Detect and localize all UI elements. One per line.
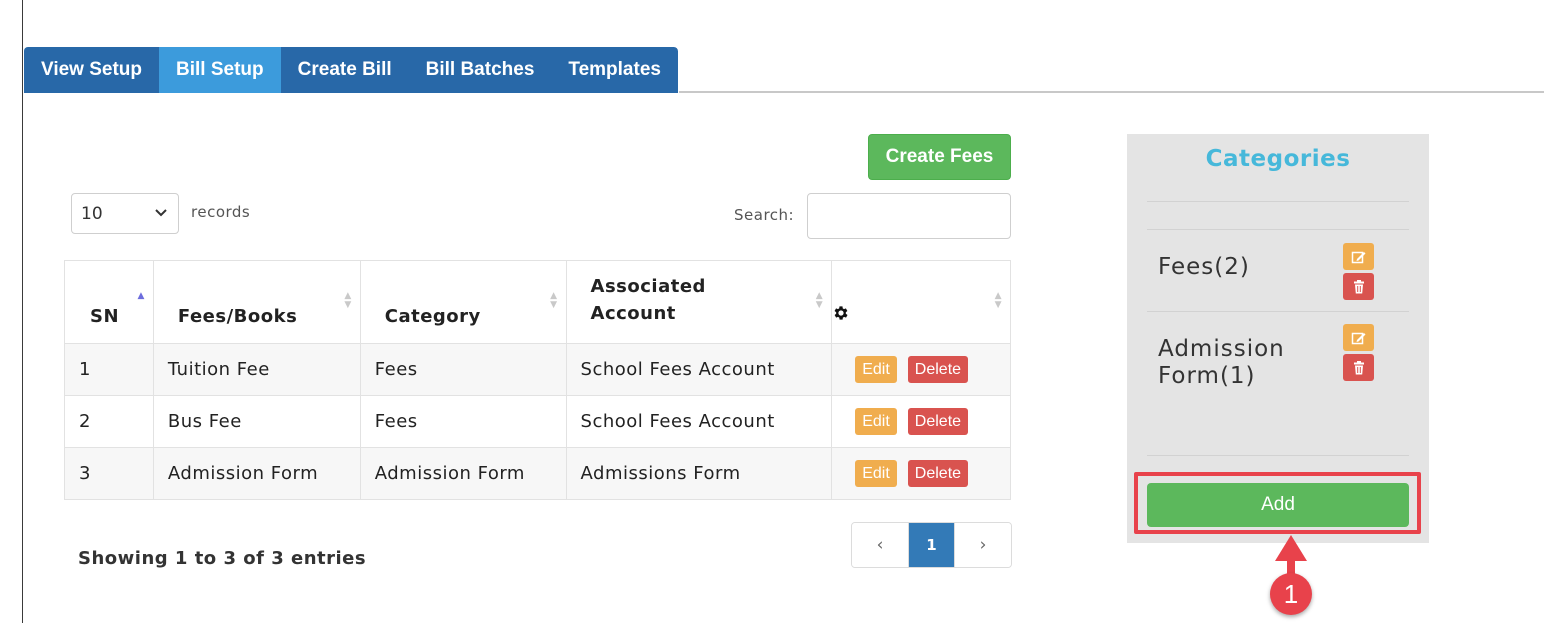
category-item-fees: Fees(2) <box>1158 254 1250 280</box>
cell-category: Fees <box>359 343 567 396</box>
column-header-fees-books[interactable]: Fees/Books ▲ ▼ <box>152 260 361 344</box>
category-item-admission-form: Admission Form(1) <box>1158 336 1285 390</box>
cell-actions: Edit Delete <box>831 395 1011 448</box>
tab-bill-batches[interactable]: Bill Batches <box>408 47 552 93</box>
cell-account: School Fees Account <box>565 343 833 396</box>
tab-create-bill[interactable]: Create Bill <box>280 47 409 93</box>
column-header-associated-account[interactable]: Associated Account ▲ ▼ <box>565 260 833 344</box>
sort-asc-icon: ▲ <box>137 291 145 301</box>
edit-icon <box>1351 332 1365 344</box>
categories-title: Categories <box>1205 146 1351 172</box>
tabs-divider <box>679 91 1544 93</box>
divider <box>1147 455 1409 456</box>
category-name-line: Form(1) <box>1158 363 1256 389</box>
divider <box>1147 229 1409 230</box>
table-row: 3 Admission Form Admission Form Admissio… <box>64 447 1011 500</box>
sort-icon: ▲ ▼ <box>994 291 1002 310</box>
cell-actions: Edit Delete <box>831 343 1011 396</box>
sort-icon: ▲ ▼ <box>344 291 352 310</box>
table-info: Showing 1 to 3 of 3 entries <box>78 548 367 569</box>
column-header-label: Associated <box>590 276 706 297</box>
search-input[interactable] <box>807 193 1011 239</box>
cell-sn: 2 <box>64 395 154 448</box>
table-row: 2 Bus Fee Fees School Fees Account Edit D… <box>64 395 1011 448</box>
category-name-line: Admission <box>1158 336 1285 362</box>
column-header-sn[interactable]: SN ▲ <box>64 260 154 344</box>
records-per-page-select[interactable]: 10 <box>71 193 179 234</box>
edit-icon <box>1351 251 1365 263</box>
column-header-label: Fees/Books <box>177 306 298 327</box>
chevron-down-icon <box>154 204 168 226</box>
category-edit-button[interactable] <box>1343 324 1374 351</box>
cell-actions: Edit Delete <box>831 447 1011 500</box>
tab-view-setup[interactable]: View Setup <box>24 47 160 93</box>
cell-sn: 1 <box>64 343 154 396</box>
cell-account: School Fees Account <box>565 395 833 448</box>
cell-sn: 3 <box>64 447 154 500</box>
search-label: Search: <box>734 206 795 224</box>
category-delete-button[interactable] <box>1343 273 1374 300</box>
step-callout-badge: 1 <box>1270 573 1312 615</box>
pagination-page-1[interactable]: 1 <box>909 523 954 567</box>
sort-icon: ▲ ▼ <box>550 291 558 310</box>
column-header-category[interactable]: Category ▲ ▼ <box>359 260 567 344</box>
edit-button[interactable]: Edit <box>855 460 897 487</box>
column-header-actions[interactable]: ▲ ▼ <box>831 260 1011 344</box>
cell-fees-books: Bus Fee <box>152 395 361 448</box>
tab-bar: View Setup Bill Setup Create Bill Bill B… <box>24 47 678 93</box>
table-row: 1 Tuition Fee Fees School Fees Account E… <box>64 343 1011 396</box>
tab-templates[interactable]: Templates <box>551 47 678 93</box>
left-divider <box>22 0 23 623</box>
cell-fees-books: Admission Form <box>152 447 361 500</box>
category-delete-button[interactable] <box>1343 354 1374 381</box>
pagination: ‹ 1 › <box>851 522 1012 568</box>
trash-icon <box>1353 279 1364 293</box>
delete-button[interactable]: Delete <box>907 408 969 435</box>
cell-account: Admissions Form <box>565 447 833 500</box>
cell-category: Fees <box>359 395 567 448</box>
divider <box>1147 311 1409 312</box>
gear-icon <box>834 306 848 320</box>
create-fees-button[interactable]: Create Fees <box>868 134 1011 180</box>
pagination-prev-button[interactable]: ‹ <box>852 523 909 567</box>
divider <box>1147 201 1409 202</box>
tab-bill-setup[interactable]: Bill Setup <box>159 47 281 93</box>
edit-button[interactable]: Edit <box>855 356 897 383</box>
category-edit-button[interactable] <box>1343 243 1374 270</box>
edit-button[interactable]: Edit <box>855 408 897 435</box>
records-label: records <box>191 203 251 221</box>
delete-button[interactable]: Delete <box>907 356 969 383</box>
sort-icon: ▲ ▼ <box>815 291 824 310</box>
column-header-label: Account <box>590 303 676 324</box>
cell-category: Admission Form <box>359 447 567 500</box>
pagination-next-button[interactable]: › <box>954 523 1011 567</box>
fees-table: SN ▲ Fees/Books ▲ ▼ Category ▲ ▼ Associate… <box>64 260 1011 500</box>
delete-button[interactable]: Delete <box>907 460 969 487</box>
column-header-label: SN <box>90 306 120 327</box>
trash-icon <box>1353 360 1364 374</box>
column-header-label: Category <box>384 306 481 327</box>
records-select-value: 10 <box>81 203 103 224</box>
highlight-box <box>1134 472 1421 534</box>
cell-fees-books: Tuition Fee <box>152 343 361 396</box>
